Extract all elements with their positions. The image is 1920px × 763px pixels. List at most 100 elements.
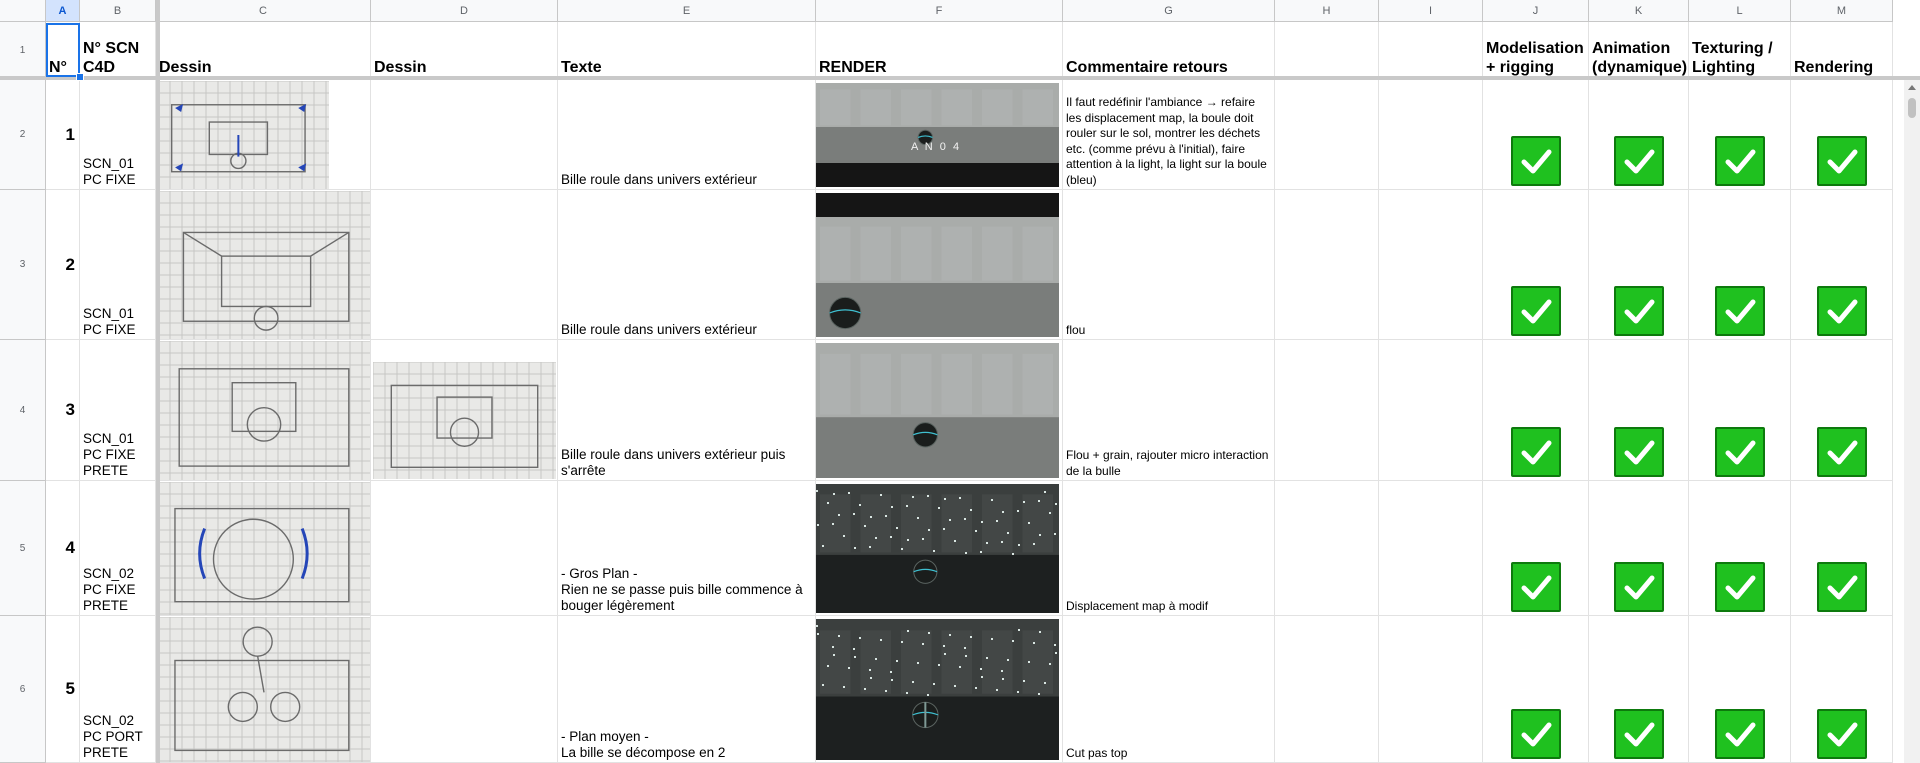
header-modelisation[interactable]: Modelisation + rigging [1483,22,1589,80]
column-header-j[interactable]: J [1483,0,1589,22]
vertical-scrollbar[interactable] [1904,80,1920,763]
cell-modelisation[interactable] [1483,616,1589,763]
row-header-4[interactable]: 4 [0,340,46,481]
cell-texte[interactable]: Bille roule dans univers extérieur [558,80,816,190]
cell-dessin-2[interactable] [371,481,558,616]
cell-num[interactable]: 5 [46,616,80,763]
cell-rendering[interactable] [1791,481,1893,616]
header-render[interactable]: RENDER [816,22,1063,80]
cell-i[interactable] [1379,340,1483,481]
sketch-image[interactable] [158,341,370,480]
cell-animation[interactable] [1589,481,1689,616]
header-scn-c4d[interactable]: N° SCN C4D [80,22,156,80]
cell-render[interactable] [816,481,1063,616]
scrollbar-thumb[interactable] [1908,98,1916,118]
cell-modelisation[interactable] [1483,481,1589,616]
checkbox-done-texturing[interactable] [1715,709,1765,759]
cell-dessin-1[interactable] [156,340,371,481]
header-animation[interactable]: Animation (dynamique) [1589,22,1689,80]
cell-scn[interactable]: SCN_01 PC FIXE [80,190,156,340]
cell-scn[interactable]: SCN_02 PC FIXE PRETE [80,481,156,616]
cell-dessin-1[interactable] [156,481,371,616]
header-h[interactable] [1275,22,1379,80]
header-commentaire[interactable]: Commentaire retours [1063,22,1275,80]
cell-texte[interactable]: - Gros Plan - Rien ne se passe puis bill… [558,481,816,616]
cell-dessin-2[interactable] [371,190,558,340]
sketch-image-2[interactable] [373,362,556,479]
checkbox-done-rendering[interactable] [1817,427,1867,477]
column-header-k[interactable]: K [1589,0,1689,22]
checkbox-done-modelisation[interactable] [1511,709,1561,759]
header-i[interactable] [1379,22,1483,80]
checkbox-done-animation[interactable] [1614,286,1664,336]
cell-animation[interactable] [1589,80,1689,190]
cell-render[interactable] [816,190,1063,340]
cell-dessin-1[interactable] [156,80,371,190]
row-header-3[interactable]: 3 [0,190,46,340]
cell-dessin-1[interactable] [156,616,371,763]
cell-h[interactable] [1275,616,1379,763]
column-header-m[interactable]: M [1791,0,1893,22]
checkbox-done-animation[interactable] [1614,562,1664,612]
cell-scn[interactable]: SCN_01 PC FIXE [80,80,156,190]
cell-rendering[interactable] [1791,190,1893,340]
sketch-image[interactable] [158,81,329,189]
cell-num[interactable]: 4 [46,481,80,616]
cell-commentaire[interactable]: Displacement map à modif [1063,481,1275,616]
cell-rendering[interactable] [1791,340,1893,481]
frozen-column-divider[interactable] [156,0,160,763]
cell-scn[interactable]: SCN_01 PC FIXE PRETE [80,340,156,481]
cell-i[interactable] [1379,616,1483,763]
cell-rendering[interactable] [1791,616,1893,763]
cell-dessin-1[interactable] [156,190,371,340]
column-header-f[interactable]: F [816,0,1063,22]
cell-dessin-2[interactable] [371,80,558,190]
row-header-1[interactable]: 1 [0,22,46,80]
cell-texte[interactable]: Bille roule dans univers extérieur [558,190,816,340]
checkbox-done-modelisation[interactable] [1511,286,1561,336]
checkbox-done-rendering[interactable] [1817,709,1867,759]
cell-h[interactable] [1275,481,1379,616]
checkbox-done-animation[interactable] [1614,427,1664,477]
cell-texte[interactable]: - Plan moyen - La bille se décompose en … [558,616,816,763]
row-header-6[interactable]: 6 [0,616,46,763]
checkbox-done-animation[interactable] [1614,709,1664,759]
checkbox-done-texturing[interactable] [1715,427,1765,477]
cell-render[interactable] [816,616,1063,763]
frozen-row-divider[interactable] [0,76,1920,80]
header-num[interactable]: N° [46,22,80,80]
checkbox-done-rendering[interactable] [1817,136,1867,186]
checkbox-done-rendering[interactable] [1817,562,1867,612]
fill-handle[interactable] [76,73,84,81]
checkbox-done-texturing[interactable] [1715,562,1765,612]
render-thumbnail[interactable]: A N 0 4 [816,83,1059,187]
row-header-5[interactable]: 5 [0,481,46,616]
header-texturing[interactable]: Texturing / Lighting [1689,22,1791,80]
cell-commentaire[interactable]: Cut pas top [1063,616,1275,763]
column-header-l[interactable]: L [1689,0,1791,22]
sketch-image[interactable] [158,617,370,762]
cell-rendering[interactable] [1791,80,1893,190]
cell-animation[interactable] [1589,616,1689,763]
render-thumbnail[interactable] [816,619,1059,760]
cell-modelisation[interactable] [1483,340,1589,481]
checkbox-done-animation[interactable] [1614,136,1664,186]
checkbox-done-texturing[interactable] [1715,286,1765,336]
cell-h[interactable] [1275,190,1379,340]
row-header-2[interactable]: 2 [0,80,46,190]
column-header-h[interactable]: H [1275,0,1379,22]
cell-dessin-2[interactable] [371,616,558,763]
cell-modelisation[interactable] [1483,190,1589,340]
cell-render[interactable] [816,340,1063,481]
header-dessin-1[interactable]: Dessin [156,22,371,80]
checkbox-done-modelisation[interactable] [1511,427,1561,477]
cell-num[interactable]: 2 [46,190,80,340]
checkbox-done-modelisation[interactable] [1511,136,1561,186]
header-rendering[interactable]: Rendering [1791,22,1893,80]
scroll-up-icon[interactable] [1908,85,1916,90]
column-header-a[interactable]: A [46,0,80,22]
header-dessin-2[interactable]: Dessin [371,22,558,80]
cell-texturing[interactable] [1689,190,1791,340]
cell-texturing[interactable] [1689,616,1791,763]
cell-texturing[interactable] [1689,340,1791,481]
